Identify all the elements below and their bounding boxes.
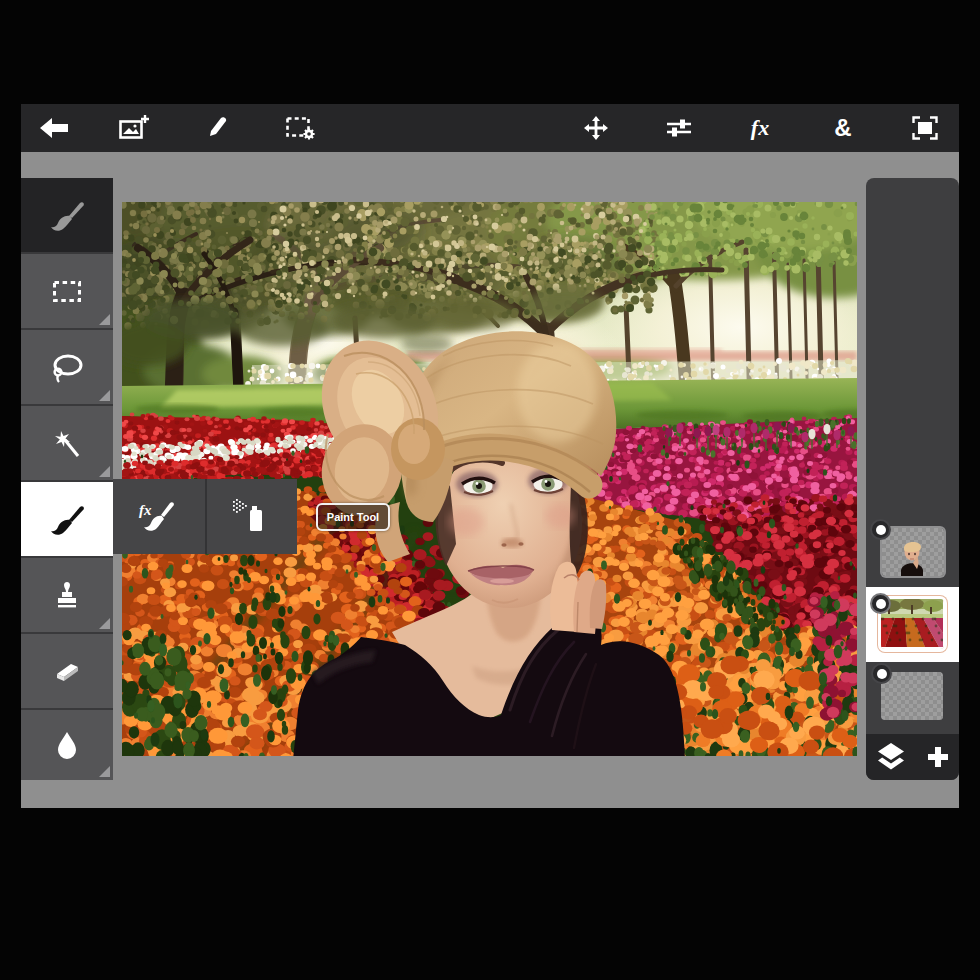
- svg-text:fx: fx: [139, 502, 152, 518]
